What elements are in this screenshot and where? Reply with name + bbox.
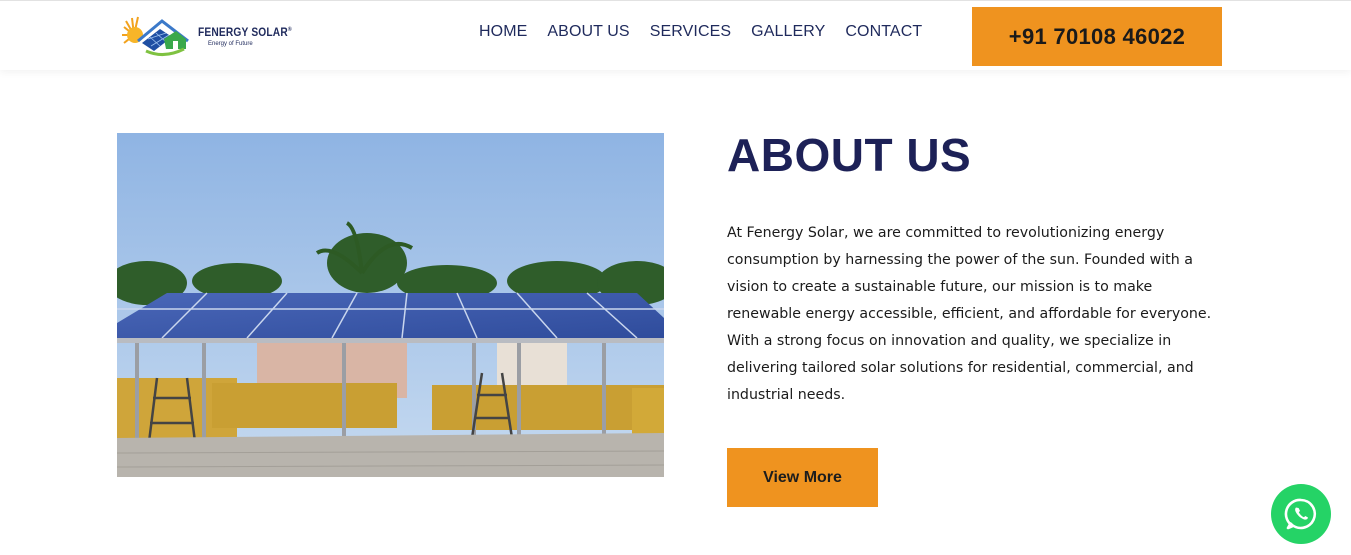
- site-header: FENERGY SOLAR® Energy of Future HOME ABO…: [0, 0, 1351, 70]
- nav-gallery[interactable]: GALLERY: [751, 23, 825, 41]
- nav-services[interactable]: SERVICES: [650, 23, 731, 41]
- whatsapp-icon: [1284, 498, 1317, 530]
- solar-rooftop-photo: [117, 133, 664, 477]
- whatsapp-button[interactable]: [1271, 484, 1331, 544]
- nav-home[interactable]: HOME: [479, 23, 527, 41]
- sun-house-solar-logo-icon: [122, 16, 189, 56]
- nav-about-us[interactable]: ABOUT US: [547, 23, 629, 41]
- phone-button[interactable]: +91 70108 46022: [972, 7, 1222, 66]
- nav-contact[interactable]: CONTACT: [845, 23, 922, 41]
- logo-name: FENERGY SOLAR®: [198, 24, 292, 39]
- about-description: At Fenergy Solar, we are committed to re…: [727, 225, 1212, 403]
- main-nav: HOME ABOUT US SERVICES GALLERY CONTACT: [479, 23, 922, 41]
- logo-tagline: Energy of Future: [208, 40, 253, 47]
- logo[interactable]: FENERGY SOLAR® Energy of Future: [120, 15, 308, 57]
- solar-rooftop-image: [117, 133, 664, 477]
- view-more-button[interactable]: View More: [727, 448, 878, 507]
- about-title: ABOUT US: [727, 129, 972, 181]
